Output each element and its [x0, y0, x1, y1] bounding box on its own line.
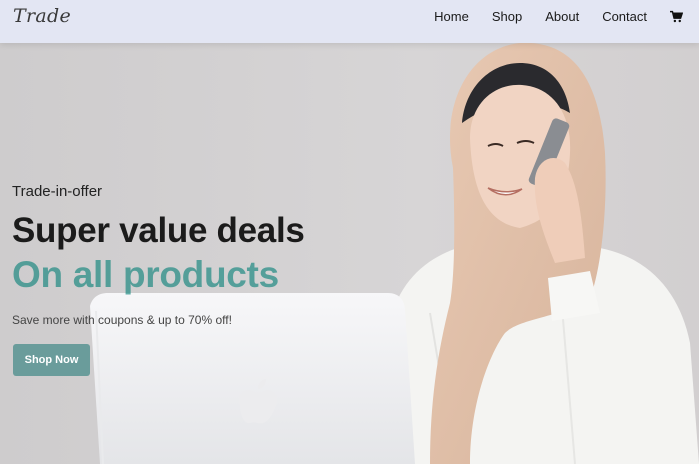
navbar: Trade Home Shop About Contact	[0, 0, 699, 43]
main-nav: Home Shop About Contact	[434, 0, 683, 33]
hero-headline: Super value deals	[12, 211, 305, 250]
logo[interactable]: Trade	[13, 5, 71, 27]
nav-home-link[interactable]: Home	[434, 9, 469, 24]
nav-contact-link[interactable]: Contact	[602, 9, 647, 24]
hero-highlight: On all products	[12, 254, 279, 295]
nav-shop-link[interactable]: Shop	[492, 9, 522, 24]
hero-section: Trade-in-offer Super value deals On all …	[0, 43, 699, 464]
cart-icon[interactable]	[669, 10, 683, 24]
nav-about-link[interactable]: About	[545, 9, 579, 24]
hero-eyebrow: Trade-in-offer	[12, 183, 103, 200]
hero-subtext: Save more with coupons & up to 70% off!	[12, 313, 232, 327]
shop-now-button[interactable]: Shop Now	[13, 344, 90, 376]
